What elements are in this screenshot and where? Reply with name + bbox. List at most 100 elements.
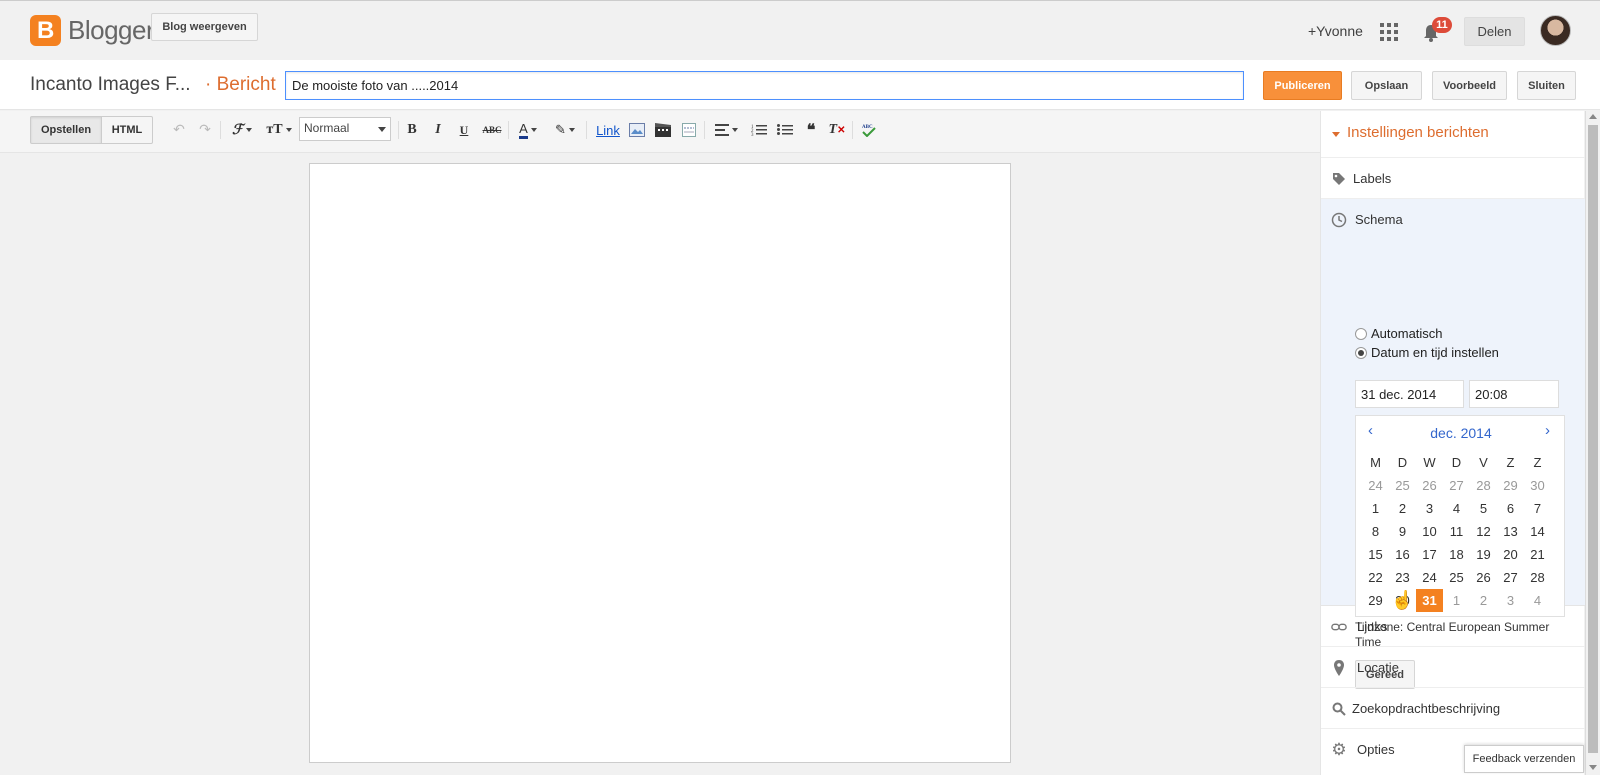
preview-button[interactable]: Voorbeeld (1432, 71, 1507, 100)
send-feedback-button[interactable]: Feedback verzenden (1464, 745, 1584, 773)
link-icon (1331, 619, 1347, 635)
user-avatar[interactable] (1540, 15, 1571, 46)
calendar-day[interactable]: 3 (1416, 497, 1443, 520)
spell-check-icon[interactable]: ABC (858, 121, 878, 139)
insert-link-button[interactable]: Link (594, 121, 622, 139)
scrollbar-thumb[interactable] (1588, 125, 1598, 753)
schedule-date-input[interactable]: 31 dec. 2014 (1355, 380, 1464, 408)
sidebar-scrollbar[interactable] (1585, 111, 1600, 775)
calendar-day[interactable]: 26 (1470, 566, 1497, 589)
align-icon[interactable] (712, 121, 740, 139)
apps-grid-icon[interactable] (1380, 23, 1398, 41)
post-settings-header[interactable]: Instellingen berichten (1321, 111, 1585, 158)
calendar-day[interactable]: 4 (1443, 497, 1470, 520)
blog-name[interactable]: Incanto Images F... (30, 74, 191, 96)
blogger-logo-text: Blogger (68, 15, 155, 45)
schedule-time-input[interactable]: 20:08 (1469, 380, 1559, 408)
calendar-day[interactable]: 6 (1497, 497, 1524, 520)
calendar-grid: M D W D V Z Z 24 25 26 27 28 29 30 1 2 3 4 5 6 7 8 9 10 11 12 13 14… (1362, 451, 1560, 612)
calendar-day[interactable]: 29 (1497, 474, 1524, 497)
compose-mode-tab[interactable]: Opstellen (30, 116, 102, 144)
calendar-day[interactable]: 5 (1470, 497, 1497, 520)
notification-count-badge[interactable]: 11 (1432, 17, 1452, 33)
font-family-icon[interactable]: ℱ (228, 121, 256, 139)
calendar-day[interactable]: 16 (1389, 543, 1416, 566)
calendar-day[interactable]: 1 (1362, 497, 1389, 520)
calendar-day[interactable]: 12 (1470, 520, 1497, 543)
insert-image-icon[interactable] (628, 121, 646, 139)
calendar-day[interactable]: 11 (1443, 520, 1470, 543)
text-size-icon[interactable]: тT (264, 121, 294, 139)
radio-set-date-time[interactable]: Datum en tijd instellen (1355, 345, 1499, 360)
calendar-day[interactable]: 26 (1416, 474, 1443, 497)
calendar-day[interactable]: 28 (1470, 474, 1497, 497)
scroll-down-arrow-icon[interactable] (1589, 765, 1597, 770)
remove-formatting-icon[interactable]: T ✕ (828, 121, 846, 139)
post-body-editor[interactable] (309, 163, 1011, 763)
calendar-day[interactable]: 23 (1389, 566, 1416, 589)
numbered-list-icon[interactable]: 123 (750, 121, 768, 139)
schedule-label[interactable]: Schema (1355, 212, 1403, 227)
paragraph-format-select[interactable]: Normaal (299, 117, 391, 141)
calendar-day[interactable]: 19 (1470, 543, 1497, 566)
google-plus-user-link[interactable]: +Yvonne (1308, 23, 1363, 39)
underline-icon[interactable]: U (455, 121, 473, 139)
blogger-logo[interactable]: B Blogger (30, 15, 155, 46)
post-title-input[interactable] (285, 71, 1244, 100)
calendar-day[interactable]: 17 (1416, 543, 1443, 566)
calendar-day[interactable]: 15 (1362, 543, 1389, 566)
insert-video-icon[interactable] (654, 121, 672, 139)
calendar-day[interactable]: 20 (1497, 543, 1524, 566)
calendar-day[interactable]: 7 (1524, 497, 1551, 520)
hand-cursor-icon: ☝ (1391, 590, 1414, 610)
calendar-day[interactable]: 30 (1524, 474, 1551, 497)
sidebar-item-location[interactable]: Locatie (1321, 647, 1585, 688)
highlight-color-icon[interactable]: ✎ (551, 121, 579, 139)
bulleted-list-icon[interactable] (776, 121, 794, 139)
calendar-day[interactable]: 27 (1497, 566, 1524, 589)
sidebar-item-labels[interactable]: Labels (1321, 158, 1585, 199)
strikethrough-icon[interactable]: ABC (481, 121, 503, 139)
calendar-day[interactable]: 2 (1389, 497, 1416, 520)
radio-automatic-button[interactable] (1355, 327, 1367, 340)
date-picker-calendar: ‹ dec. 2014 › M D W D V Z Z 24 25 26 27 28 29 30 1 2 3 4 5… (1355, 415, 1565, 617)
calendar-day[interactable]: 18 (1443, 543, 1470, 566)
blockquote-icon[interactable]: ❝ (802, 121, 820, 139)
calendar-day[interactable]: 25 (1443, 566, 1470, 589)
html-mode-tab[interactable]: HTML (101, 116, 153, 144)
calendar-day[interactable]: 13 (1497, 520, 1524, 543)
scroll-up-arrow-icon[interactable] (1589, 114, 1597, 119)
sidebar-item-links[interactable]: Links (1321, 606, 1585, 647)
svg-text:ABC: ABC (862, 125, 873, 130)
calendar-day[interactable]: 24 (1416, 566, 1443, 589)
calendar-day[interactable]: 24 (1362, 474, 1389, 497)
radio-automatic[interactable]: Automatisch (1355, 326, 1443, 341)
calendar-day[interactable]: 27 (1443, 474, 1470, 497)
italic-icon[interactable]: I (429, 121, 447, 139)
calendar-day[interactable]: 25 (1389, 474, 1416, 497)
close-button[interactable]: Sluiten (1517, 71, 1576, 100)
view-blog-button[interactable]: Blog weergeven (151, 13, 258, 41)
calendar-day[interactable]: 22 (1362, 566, 1389, 589)
calendar-day[interactable]: 21 (1524, 543, 1551, 566)
publish-button[interactable]: Publiceren (1263, 71, 1342, 100)
sidebar-item-search-description[interactable]: Zoekopdrachtbeschrijving (1321, 688, 1585, 729)
blogger-logo-icon: B (30, 15, 61, 46)
calendar-day[interactable]: 10 (1416, 520, 1443, 543)
calendar-day[interactable]: 8 (1362, 520, 1389, 543)
collapse-triangle-icon (1332, 132, 1340, 137)
calendar-next-month-icon[interactable]: › (1545, 422, 1550, 439)
calendar-weekday-header: W (1423, 455, 1436, 470)
radio-set-date-time-button[interactable] (1355, 346, 1367, 359)
undo-icon[interactable]: ↶ (170, 121, 188, 139)
bold-icon[interactable]: B (403, 121, 421, 139)
share-button[interactable]: Delen (1464, 17, 1525, 46)
calendar-day[interactable]: 28 (1524, 566, 1551, 589)
save-button[interactable]: Opslaan (1351, 71, 1422, 100)
text-color-icon[interactable]: A (514, 121, 542, 139)
redo-icon[interactable]: ↷ (196, 121, 214, 139)
calendar-weekday-header: V (1479, 455, 1488, 470)
calendar-day[interactable]: 9 (1389, 520, 1416, 543)
calendar-day[interactable]: 14 (1524, 520, 1551, 543)
insert-jump-break-icon[interactable] (680, 121, 698, 139)
